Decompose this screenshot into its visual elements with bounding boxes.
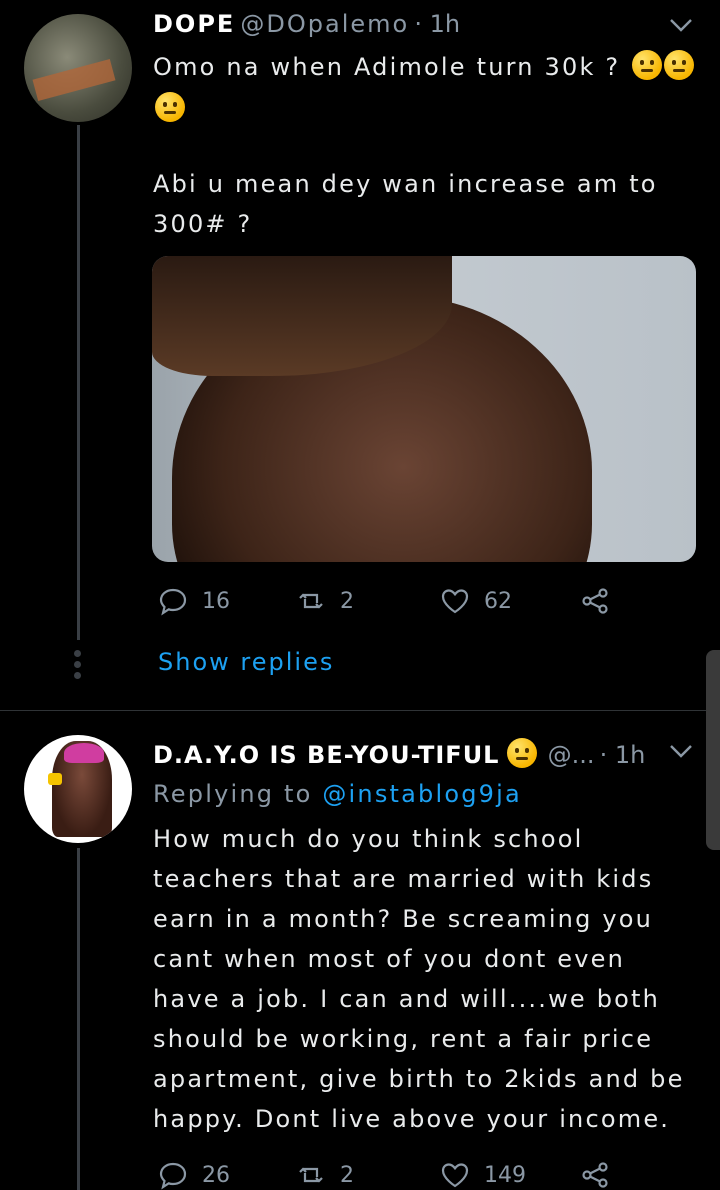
reply-count: 26	[202, 1162, 230, 1188]
share-button[interactable]	[580, 586, 610, 616]
divider	[0, 710, 720, 711]
reply-icon	[159, 1162, 187, 1190]
replying-prefix: Replying to	[153, 780, 313, 808]
tweet-line: How much do you think school	[153, 825, 584, 853]
tweet-header: D.A.Y.O IS BE-YOU-TIFUL @... · 1h	[153, 738, 645, 769]
like-button[interactable]: 149	[440, 1160, 526, 1190]
share-icon	[582, 1162, 608, 1188]
chevron-down-icon[interactable]	[668, 742, 694, 760]
show-replies-link[interactable]: Show replies	[158, 648, 334, 676]
smile-emoji	[506, 738, 537, 768]
reply-button[interactable]: 26	[158, 1160, 230, 1190]
reply-count: 16	[202, 588, 230, 614]
author-avatar[interactable]	[24, 735, 132, 843]
like-count: 149	[484, 1162, 526, 1188]
author-handle[interactable]: @DOpalemo	[240, 10, 409, 38]
author-name[interactable]: DOPE	[153, 10, 235, 38]
author-name[interactable]: D.A.Y.O IS BE-YOU-TIFUL	[153, 741, 499, 769]
retweet-button[interactable]: 2	[296, 586, 354, 616]
author-handle[interactable]: @...	[548, 741, 595, 769]
thread-line	[77, 125, 80, 640]
share-icon	[582, 588, 608, 614]
tweet-line: teachers that are married with kids	[153, 865, 654, 893]
tweet-header: DOPE @DOpalemo · 1h	[153, 10, 460, 38]
tweet-text: Omo na when Adimole turn 30k ?	[153, 50, 695, 81]
tweet-time[interactable]: · 1h	[414, 10, 460, 38]
share-button[interactable]	[580, 1160, 610, 1190]
like-icon	[441, 589, 469, 614]
author-avatar[interactable]	[24, 14, 132, 122]
thinking-emoji	[664, 50, 695, 80]
tweet-line: Omo na when Adimole turn 30k ?	[153, 53, 621, 81]
like-count: 62	[484, 588, 512, 614]
tweet-line: should be working, rent a fair price	[153, 1025, 654, 1053]
like-button[interactable]: 62	[440, 586, 512, 616]
tweet-line: Abi u mean dey wan increase am to	[153, 170, 658, 198]
tweet-line: happy. Dont live above your income.	[153, 1105, 671, 1133]
chevron-down-icon[interactable]	[668, 16, 694, 34]
thinking-emoji	[155, 92, 185, 122]
retweet-count: 2	[340, 588, 354, 614]
retweet-button[interactable]: 2	[296, 1160, 354, 1190]
like-icon	[441, 1163, 469, 1188]
replying-to: Replying to @instablog9ja	[153, 780, 522, 808]
tweet-line: have a job. I can and will....we both	[153, 985, 661, 1013]
retweet-icon	[299, 1167, 323, 1183]
thread-line	[77, 848, 80, 1190]
replying-handle[interactable]: @instablog9ja	[322, 780, 522, 808]
tweet-line: cant when most of you dont even	[153, 945, 626, 973]
tweet-line: earn in a month? Be screaming you	[153, 905, 654, 933]
retweet-icon	[299, 593, 323, 609]
scrollbar[interactable]	[706, 650, 720, 850]
tweet-photo[interactable]	[152, 256, 696, 562]
reply-icon	[159, 588, 187, 616]
tweet-line: apartment, give birth to 2kids and be	[153, 1065, 685, 1093]
tweet-line: 300# ?	[153, 210, 253, 238]
thinking-emoji	[632, 50, 663, 80]
retweet-count: 2	[340, 1162, 354, 1188]
reply-button[interactable]: 16	[158, 586, 230, 616]
thread-dots	[74, 650, 82, 680]
tweet-time[interactable]: · 1h	[600, 741, 646, 769]
